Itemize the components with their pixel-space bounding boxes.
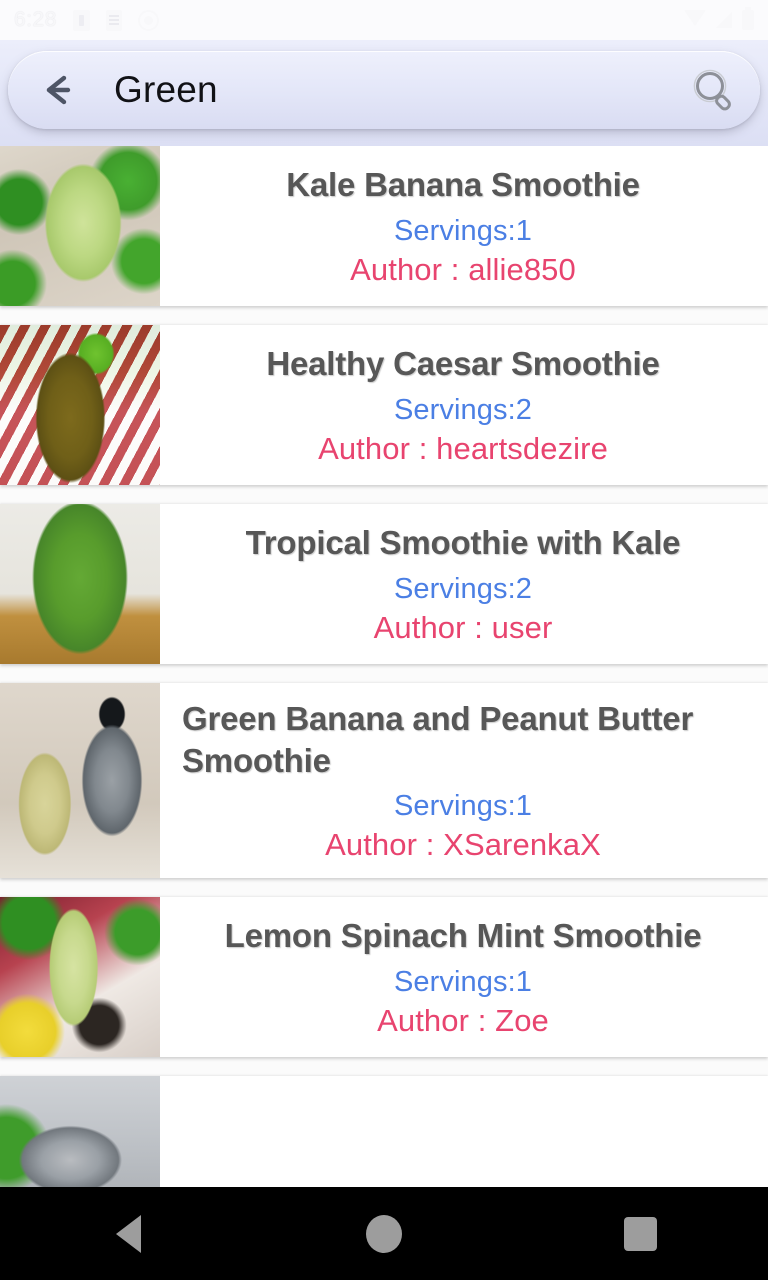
battery-icon	[742, 7, 754, 30]
recipe-card-body: Tropical Smoothie with Kale Servings:2 Aut…	[160, 504, 768, 664]
back-nav-button[interactable]	[0, 1187, 256, 1280]
square-recents-icon	[623, 1216, 657, 1251]
recipe-thumbnail	[0, 504, 160, 664]
android-navigation-bar	[0, 1187, 768, 1280]
recipe-servings: Servings:2	[393, 393, 532, 426]
app-badge-icon	[137, 9, 159, 31]
recipe-card[interactable]: Healthy Caesar Smoothie Servings:2 Author …	[0, 325, 768, 485]
recipe-card[interactable]	[0, 1076, 768, 1187]
recipe-card-body: Lemon Spinach Mint Smoothie Servings:1 Aut…	[160, 897, 768, 1057]
recipe-thumbnail	[0, 146, 160, 306]
document-icon	[105, 9, 122, 31]
status-bar: 6:28	[0, 0, 768, 40]
recipe-card-body: Green Banana and Peanut Butter Smoothie S…	[160, 683, 768, 878]
recipe-thumbnail	[0, 325, 160, 485]
recipe-title: Green Banana and Peanut Butter Smoothie	[182, 699, 694, 779]
back-arrow-icon[interactable]	[34, 66, 82, 114]
recipe-card-body: Healthy Caesar Smoothie Servings:2 Author …	[160, 325, 768, 485]
status-bar-left: 6:28	[14, 8, 159, 32]
recipe-servings: Servings:1	[393, 214, 532, 247]
recipe-card[interactable]: Kale Banana Smoothie Servings:1 Author : a…	[0, 146, 768, 306]
signal-icon	[716, 12, 732, 28]
recipe-title: Kale Banana Smoothie	[286, 166, 640, 204]
recents-nav-button[interactable]	[512, 1187, 768, 1280]
sim-card-icon	[72, 9, 90, 31]
app-screen: 6:28 Green Kale Banana Smoothie Servings…	[0, 0, 768, 1280]
recipe-title: Healthy Caesar Smoothie	[266, 345, 660, 383]
recipe-card[interactable]: Tropical Smoothie with Kale Servings:2 Aut…	[0, 504, 768, 664]
recipe-servings: Servings:2	[393, 572, 532, 605]
magnifier-icon[interactable]	[686, 62, 742, 118]
status-bar-right	[684, 7, 754, 30]
recipe-servings: Servings:1	[393, 965, 532, 998]
search-input[interactable]	[82, 69, 686, 111]
recipe-author: Author : user	[373, 609, 553, 645]
triangle-back-icon	[115, 1214, 141, 1253]
status-bar-clock: 6:28	[14, 8, 57, 31]
search-bar[interactable]	[8, 51, 760, 129]
recipe-author: Author : XSarenkaX	[325, 827, 601, 863]
recipe-servings: Servings:1	[393, 790, 532, 823]
home-nav-button[interactable]	[256, 1187, 512, 1280]
recipe-author: Author : allie850	[350, 251, 576, 287]
recipe-card-body: Kale Banana Smoothie Servings:1 Author : a…	[160, 146, 768, 306]
wifi-icon	[684, 10, 706, 26]
recipe-author: Author : heartsdezire	[318, 430, 608, 466]
circle-home-icon	[366, 1214, 402, 1253]
recipe-title: Lemon Spinach Mint Smoothie	[224, 917, 702, 955]
recipe-thumbnail	[0, 1076, 160, 1187]
recipe-card[interactable]: Green Banana and Peanut Butter Smoothie S…	[0, 683, 768, 878]
search-bar-container	[0, 40, 768, 146]
search-results-list[interactable]: Kale Banana Smoothie Servings:1 Author : a…	[0, 146, 768, 1187]
recipe-card[interactable]: Lemon Spinach Mint Smoothie Servings:1 Aut…	[0, 897, 768, 1057]
recipe-author: Author : Zoe	[377, 1002, 549, 1038]
recipe-title: Tropical Smoothie with Kale	[245, 524, 681, 562]
recipe-thumbnail	[0, 683, 160, 878]
recipe-thumbnail	[0, 897, 160, 1057]
recipe-card-body	[160, 1076, 768, 1187]
